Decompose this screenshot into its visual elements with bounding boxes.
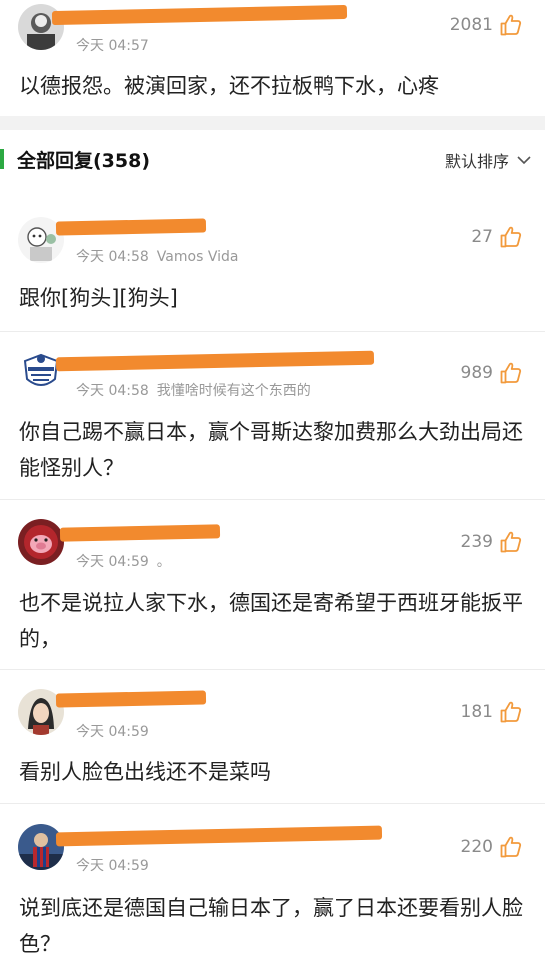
like-button[interactable]: 2081 bbox=[450, 13, 523, 37]
reply-comment: 今天 04:59 。 239 也不是说拉人家下水，德国还是寄希望于西班牙能扳平的， bbox=[0, 500, 545, 669]
thumbs-up-icon bbox=[499, 13, 523, 37]
comment-meta: 今天 04:59 。 bbox=[76, 551, 171, 571]
comment-text: 也不是说拉人家下水，德国还是寄希望于西班牙能扳平的， bbox=[19, 591, 523, 651]
section-accent-bar bbox=[0, 149, 4, 169]
redacted-username bbox=[55, 825, 383, 847]
like-button[interactable]: 239 bbox=[461, 530, 523, 554]
comment-meta: 今天 04:58 我懂啥时候有这个东西的 bbox=[76, 380, 311, 400]
comment-meta: 今天 04:59 bbox=[76, 721, 149, 741]
like-button[interactable]: 220 bbox=[461, 835, 523, 859]
section-header: 全部回复(358) 默认排序 bbox=[0, 132, 545, 188]
sort-label: 默认排序 bbox=[444, 152, 509, 171]
like-button[interactable]: 27 bbox=[471, 225, 523, 249]
comment-time: 今天 04:59 bbox=[76, 724, 149, 740]
sort-dropdown[interactable]: 默认排序 bbox=[445, 148, 531, 172]
thumbs-up-icon bbox=[499, 835, 523, 859]
comment-device: Vamos Vida bbox=[156, 249, 239, 265]
comment-time: 今天 04:59 bbox=[76, 858, 149, 874]
like-count: 989 bbox=[460, 363, 493, 383]
like-count: 220 bbox=[460, 837, 493, 857]
like-button[interactable]: 181 bbox=[461, 700, 523, 724]
like-count: 27 bbox=[471, 227, 493, 247]
thumbs-up-icon bbox=[499, 225, 523, 249]
comment-device: 。 bbox=[156, 554, 171, 570]
like-count: 181 bbox=[460, 702, 493, 722]
section-title: 全部回复(358) bbox=[17, 150, 151, 172]
redacted-username bbox=[59, 524, 221, 542]
comment-text: 以德报怨。被演回家，还不拉板鸭下水，心疼 bbox=[19, 74, 439, 98]
comment-time: 今天 04:57 bbox=[76, 38, 149, 54]
like-button[interactable]: 989 bbox=[461, 361, 523, 385]
avatar[interactable] bbox=[18, 519, 64, 565]
chevron-down-icon bbox=[517, 155, 531, 164]
thumbs-up-icon bbox=[499, 361, 523, 385]
avatar[interactable] bbox=[18, 824, 64, 870]
comment-device: 我懂啥时候有这个东西的 bbox=[156, 383, 311, 399]
top-comment: 今天 04:57 2081 以德报怨。被演回家，还不拉板鸭下水，心疼 bbox=[0, 0, 545, 116]
comment-text: 说到底还是德国自己输日本了，赢了日本还要看别人脸色？ bbox=[19, 896, 523, 956]
redacted-username bbox=[51, 4, 348, 26]
reply-comment: 今天 04:59 220 说到底还是德国自己输日本了，赢了日本还要看别人脸色？ bbox=[0, 804, 545, 960]
comment-text: 你自己踢不赢日本，赢个哥斯达黎加费那么大劲出局还能怪别人？ bbox=[19, 420, 523, 480]
redacted-username bbox=[55, 218, 207, 236]
redacted-username bbox=[55, 690, 207, 708]
reply-comment: 今天 04:58 我懂啥时候有这个东西的 989 你自己踢不赢日本，赢个哥斯达黎加… bbox=[0, 332, 545, 499]
avatar[interactable] bbox=[18, 349, 64, 395]
comment-meta: 今天 04:59 bbox=[76, 855, 149, 875]
comment-meta: 今天 04:58 Vamos Vida bbox=[76, 246, 238, 266]
comment-text: 跟你[狗头][狗头] bbox=[19, 286, 178, 310]
comment-text: 看别人脸色出线还不是菜吗 bbox=[19, 760, 271, 784]
comment-meta: 今天 04:57 bbox=[76, 35, 149, 55]
thumbs-up-icon bbox=[499, 530, 523, 554]
reply-comment: 今天 04:59 181 看别人脸色出线还不是菜吗 bbox=[0, 670, 545, 803]
comment-time: 今天 04:58 bbox=[76, 249, 149, 265]
like-count: 239 bbox=[460, 532, 493, 552]
thumbs-up-icon bbox=[499, 700, 523, 724]
redacted-username bbox=[55, 350, 375, 372]
like-count: 2081 bbox=[449, 15, 493, 35]
section-separator bbox=[0, 116, 545, 130]
reply-comment: 今天 04:58 Vamos Vida 27 跟你[狗头][狗头] bbox=[0, 188, 545, 331]
comment-time: 今天 04:59 bbox=[76, 554, 149, 570]
comment-time: 今天 04:58 bbox=[76, 383, 149, 399]
